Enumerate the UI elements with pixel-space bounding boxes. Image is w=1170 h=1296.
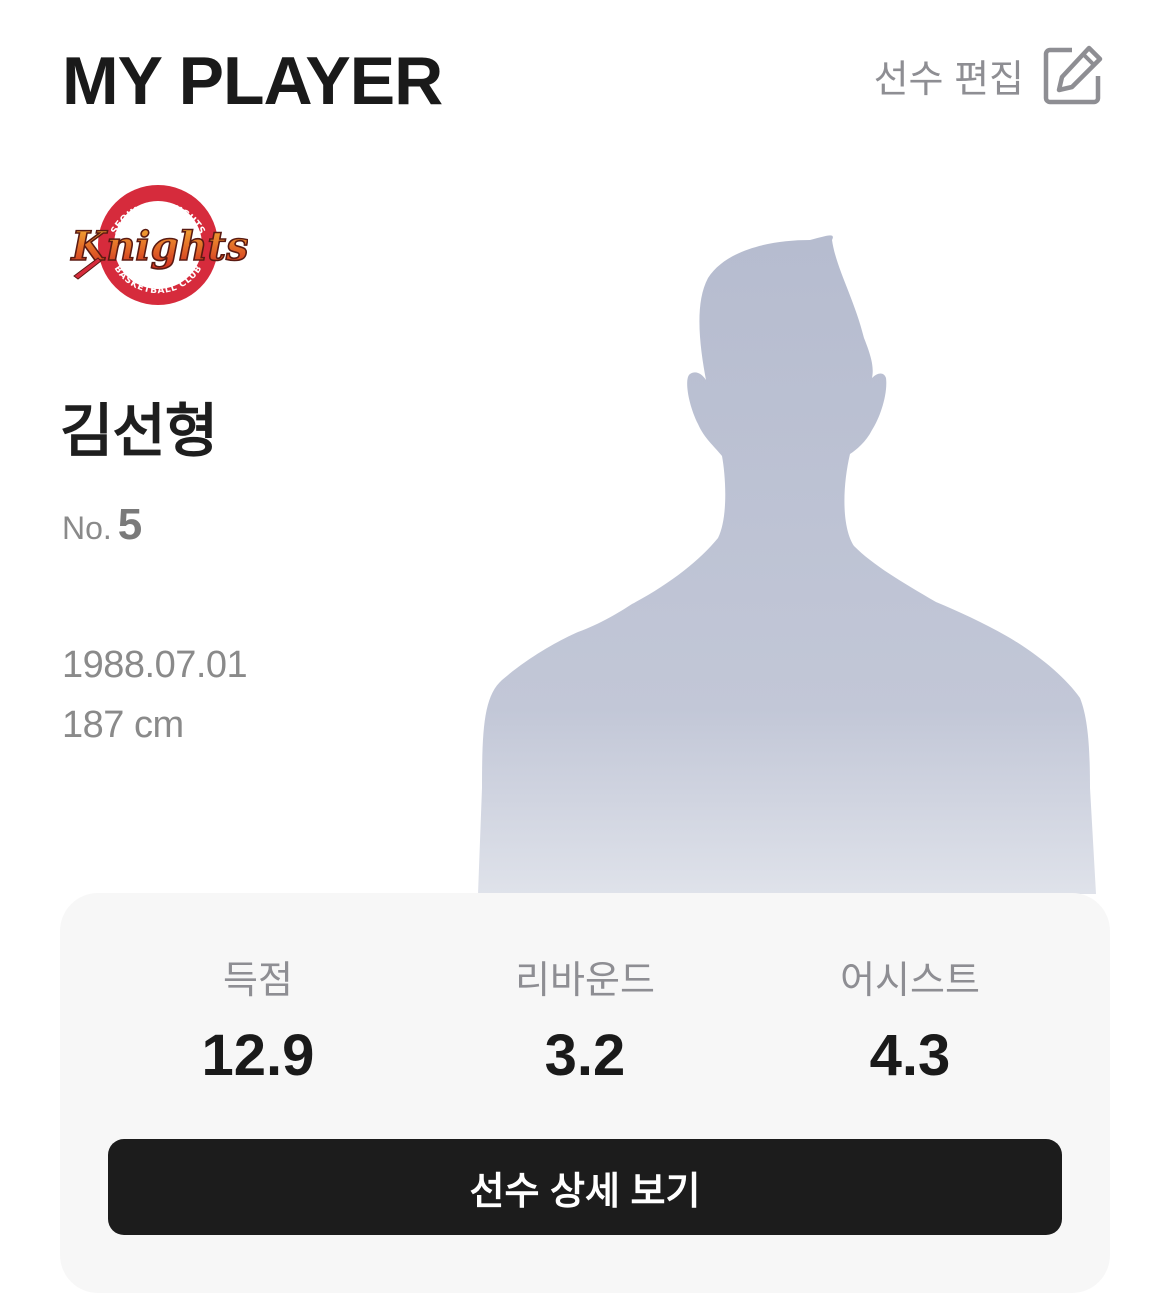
stat-value: 12.9: [201, 1023, 315, 1088]
edit-player-link[interactable]: 선수 편집: [874, 44, 1104, 106]
player-height: 187 cm: [62, 704, 184, 746]
my-player-screen: MY PLAYER 선수 편집 SEOUL SK KNIGHTS BASKETB…: [0, 0, 1170, 1296]
person-silhouette-icon: [478, 235, 1096, 894]
number-prefix: No.: [62, 510, 112, 546]
stat-label: 득점: [223, 960, 293, 1002]
stat-value: 3.2: [544, 1023, 626, 1088]
birthdate: 1988.07.01: [62, 644, 248, 686]
edit-player-label: 선수 편집: [873, 58, 1024, 101]
stat-assists: 어시스트 4.3: [760, 949, 1060, 1089]
jersey-number: No. 5: [62, 500, 142, 550]
player-detail-button[interactable]: 선수 상세 보기: [108, 1139, 1062, 1235]
stats-card: 득점 12.9 리바운드 3.2 어시스트 4.3 선수 상세 보기: [60, 893, 1110, 1293]
stat-label: 리바운드: [515, 960, 655, 1002]
team-logo: SEOUL SK KNIGHTS BASKETBALL CLUB Knights: [70, 185, 248, 305]
page-title: MY PLAYER: [62, 43, 443, 119]
stat-rebounds: 리바운드 3.2: [435, 949, 735, 1089]
stat-label: 어시스트: [840, 960, 980, 1002]
number-value: 5: [117, 500, 143, 549]
pencil-square-icon: [1043, 45, 1103, 105]
stat-value: 4.3: [869, 1023, 951, 1088]
player-name: 김선형: [60, 399, 218, 464]
stat-points: 득점 12.9: [108, 949, 408, 1089]
